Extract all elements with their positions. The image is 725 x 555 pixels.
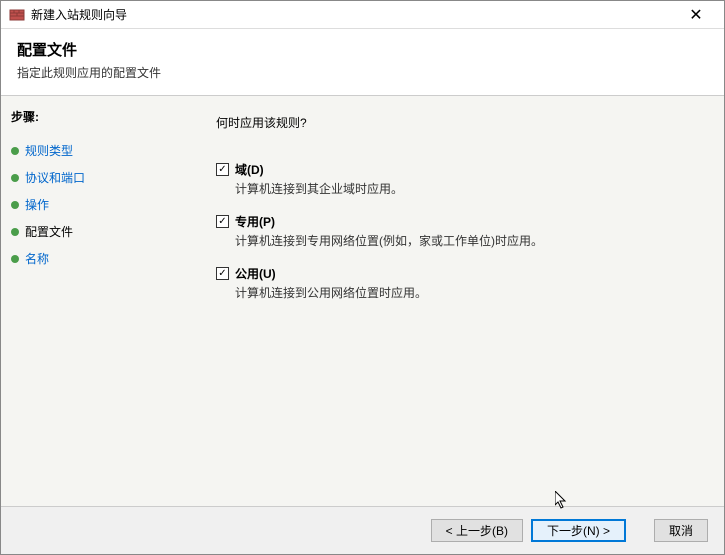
step-label: 协议和端口 [25,169,85,186]
step-profile[interactable]: 配置文件 [11,218,176,245]
option-private: ✓ 专用(P) 计算机连接到专用网络位置(例如，家或工作单位)时应用。 [216,213,694,249]
cancel-button[interactable]: 取消 [654,519,708,542]
bullet-icon [11,228,19,236]
body-section: 步骤: 规则类型 协议和端口 操作 配置文件 名称 何时 [1,96,724,506]
checkbox-private[interactable]: ✓ [216,215,229,228]
step-name[interactable]: 名称 [11,245,176,272]
step-label: 配置文件 [25,223,73,240]
bullet-icon [11,147,19,155]
wizard-window: 新建入站规则向导 ✕ 配置文件 指定此规则应用的配置文件 步骤: 规则类型 协议… [0,0,725,555]
option-label: 域(D) [235,161,264,178]
step-label: 名称 [25,250,49,267]
step-label: 规则类型 [25,142,73,159]
step-rule-type[interactable]: 规则类型 [11,137,176,164]
sidebar: 步骤: 规则类型 协议和端口 操作 配置文件 名称 [1,96,186,506]
bullet-icon [11,174,19,182]
page-subtitle: 指定此规则应用的配置文件 [17,64,708,81]
option-public: ✓ 公用(U) 计算机连接到公用网络位置时应用。 [216,265,694,301]
page-title: 配置文件 [17,39,708,60]
question-text: 何时应用该规则? [216,114,694,131]
option-desc: 计算机连接到其企业域时应用。 [235,180,694,197]
checkbox-domain[interactable]: ✓ [216,163,229,176]
option-label: 公用(U) [235,265,276,282]
close-button[interactable]: ✕ [676,3,716,27]
step-label: 操作 [25,196,49,213]
steps-heading: 步骤: [11,108,176,125]
option-desc: 计算机连接到公用网络位置时应用。 [235,284,694,301]
option-row: ✓ 域(D) [216,161,694,178]
firewall-icon [9,7,25,23]
bullet-icon [11,201,19,209]
option-row: ✓ 公用(U) [216,265,694,282]
titlebar-left: 新建入站规则向导 [9,6,127,23]
close-icon: ✕ [689,5,702,25]
titlebar: 新建入站规则向导 ✕ [1,1,724,29]
option-row: ✓ 专用(P) [216,213,694,230]
checkbox-public[interactable]: ✓ [216,267,229,280]
window-title: 新建入站规则向导 [31,6,127,23]
header-section: 配置文件 指定此规则应用的配置文件 [1,29,724,96]
step-protocol-port[interactable]: 协议和端口 [11,164,176,191]
bullet-icon [11,255,19,263]
next-button[interactable]: 下一步(N) > [531,519,626,542]
main-content: 何时应用该规则? ✓ 域(D) 计算机连接到其企业域时应用。 ✓ 专用(P) 计… [186,96,724,506]
back-button[interactable]: < 上一步(B) [431,519,523,542]
option-domain: ✓ 域(D) 计算机连接到其企业域时应用。 [216,161,694,197]
option-desc: 计算机连接到专用网络位置(例如，家或工作单位)时应用。 [235,232,694,249]
footer: < 上一步(B) 下一步(N) > 取消 [1,506,724,554]
step-action[interactable]: 操作 [11,191,176,218]
option-label: 专用(P) [235,213,275,230]
